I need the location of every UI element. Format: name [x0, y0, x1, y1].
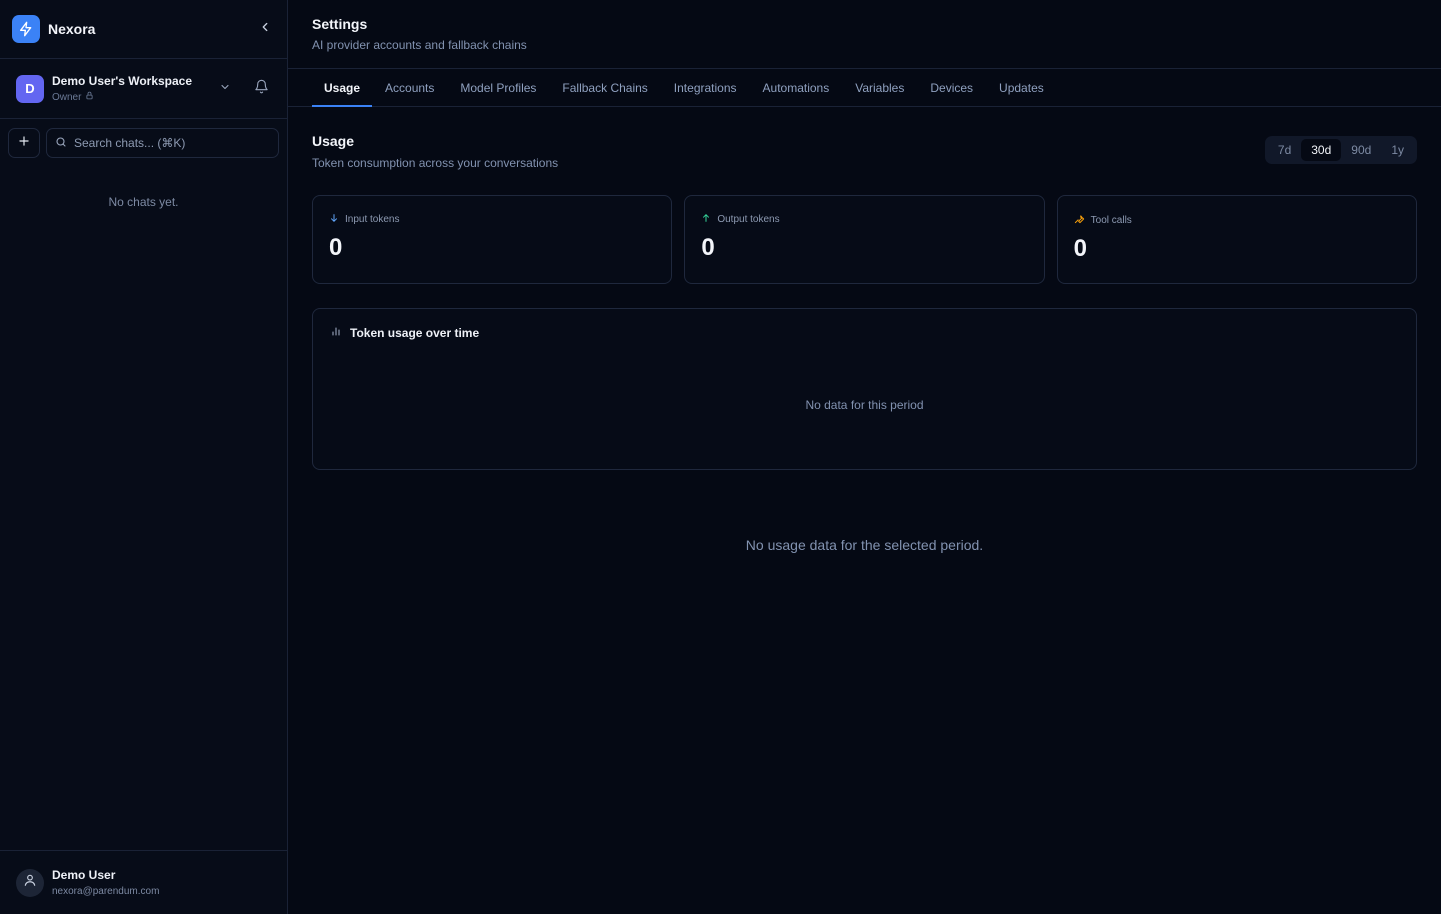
plus-icon [17, 134, 31, 153]
stat-label-row: Tool calls [1074, 213, 1400, 227]
stat-label-row: Output tokens [701, 213, 1027, 226]
tab-variables[interactable]: Variables [842, 69, 917, 106]
tab-model-profiles[interactable]: Model Profiles [447, 69, 549, 106]
avatar [16, 868, 44, 897]
new-chat-button[interactable] [8, 128, 40, 158]
usage-title: Usage [312, 133, 355, 149]
stat-label-row: Input tokens [329, 213, 655, 226]
tab-devices[interactable]: Devices [917, 69, 986, 106]
user-icon [23, 873, 37, 892]
search-placeholder: Search chats... (⌘K) [74, 136, 186, 150]
tab-automations[interactable]: Automations [750, 69, 843, 106]
stat-label: Input tokens [345, 214, 400, 225]
range-30d-button[interactable]: 30d [1301, 139, 1342, 161]
chart-title: Token usage over time [350, 325, 480, 340]
tab-usage[interactable]: Usage [312, 69, 373, 107]
range-1y-button[interactable]: 1y [1381, 139, 1414, 161]
usage-header: Usage Token consumption across your conv… [312, 133, 1417, 170]
workspace-role-label: Owner [52, 91, 82, 103]
stat-value: 0 [1073, 235, 1088, 262]
stat-label: Tool calls [1090, 214, 1132, 226]
stat-label: Output tokens [717, 214, 780, 225]
chart-title-row: Token usage over time [330, 325, 479, 340]
user-info: Demo User nexora@parendum.com [52, 868, 159, 897]
main-panel: Settings AI provider accounts and fallba… [288, 0, 1441, 914]
chart-empty-state: No data for this period [805, 398, 924, 412]
tab-integrations[interactable]: Integrations [661, 69, 750, 106]
app-name: Nexora [48, 21, 96, 37]
workspace-switcher[interactable]: D Demo User's Workspace Owner [0, 59, 287, 119]
user-name: Demo User [52, 868, 116, 882]
usage-subtitle: Token consumption across your conversati… [312, 156, 559, 170]
stat-card-tool-calls: Tool calls 0 [1056, 195, 1417, 284]
range-90d-button[interactable]: 90d [1341, 139, 1381, 161]
workspace-name: Demo User's Workspace [52, 74, 193, 88]
collapse-sidebar-button[interactable] [253, 17, 277, 41]
arrow-up-icon [701, 213, 711, 226]
workspace-dropdown-button[interactable] [215, 80, 235, 98]
brand-header: Nexora [0, 0, 287, 59]
range-selector: 7d 30d 90d 1y [1264, 136, 1417, 164]
tab-fallback-chains[interactable]: Fallback Chains [549, 69, 660, 106]
usage-empty-state: No usage data for the selected period. [745, 537, 984, 553]
usage-stats: Input tokens 0 Output tokens 0 Tool call… [312, 195, 1417, 284]
settings-tabs: Usage Accounts Model Profiles Fallback C… [288, 69, 1441, 107]
lightning-icon[interactable] [12, 15, 40, 43]
usage-section: Usage Token consumption across your conv… [288, 107, 1441, 553]
stat-value: 0 [329, 234, 343, 261]
search-row: Search chats... (⌘K) [0, 119, 287, 167]
sidebar: Nexora D Demo User's Workspace Owner Sea… [0, 0, 288, 914]
notifications-button[interactable] [251, 79, 271, 99]
tab-accounts[interactable]: Accounts [372, 69, 447, 106]
workspace-info: Demo User's Workspace Owner [52, 74, 192, 103]
bar-chart-icon [330, 325, 342, 340]
app-root: Nexora D Demo User's Workspace Owner Sea… [0, 0, 1441, 914]
workspace-role: Owner [52, 91, 192, 103]
search-input[interactable]: Search chats... (⌘K) [46, 128, 279, 158]
stat-card-output-tokens: Output tokens 0 [684, 195, 1045, 284]
stat-card-input-tokens: Input tokens 0 [312, 195, 673, 284]
tab-updates[interactable]: Updates [986, 69, 1057, 106]
usage-heading: Usage Token consumption across your conv… [312, 133, 558, 170]
search-icon [55, 136, 67, 151]
page-header: Settings AI provider accounts and fallba… [288, 0, 1441, 69]
arrow-down-icon [329, 213, 339, 226]
page-title: Settings [312, 16, 368, 32]
workspace-avatar: D [16, 74, 44, 103]
lock-icon [85, 91, 94, 103]
chevron-left-icon [258, 20, 272, 39]
stat-value: 0 [701, 234, 715, 261]
page-subtitle: AI provider accounts and fallback chains [312, 38, 527, 52]
user-profile[interactable]: Demo User nexora@parendum.com [0, 850, 287, 914]
chat-list-empty: No chats yet. [108, 195, 179, 209]
chevron-down-icon [219, 80, 231, 98]
wrench-icon [1074, 213, 1085, 227]
range-7d-button[interactable]: 7d [1268, 139, 1301, 161]
token-usage-chart: Token usage over time No data for this p… [312, 308, 1417, 470]
user-email: nexora@parendum.com [52, 886, 160, 897]
bell-icon [254, 79, 269, 99]
